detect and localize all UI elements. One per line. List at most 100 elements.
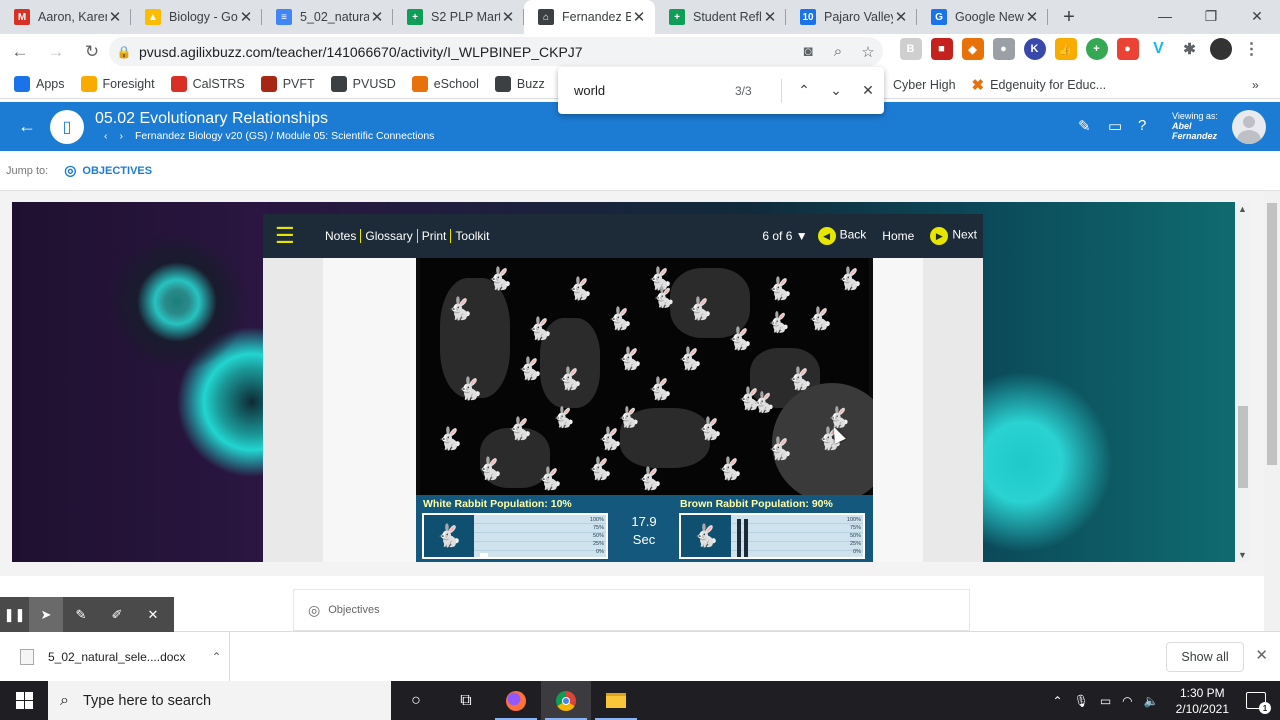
prev-chevron-icon[interactable]: ‹ [104,130,108,142]
microphone-icon[interactable]: 🎙 [1074,694,1089,708]
volume-icon[interactable]: 🔈 [1144,694,1159,708]
new-tab-icon[interactable]: + [1054,0,1084,34]
back-button[interactable]: ◀ Back [817,227,866,245]
bookmark-calstrs[interactable]: CalSTRS [170,76,245,92]
back-arrow-icon[interactable]: ← [4,36,36,68]
tab-close-icon[interactable]: ✕ [369,8,385,26]
avatar[interactable] [1232,110,1266,144]
extension-k-icon[interactable]: K [1023,38,1046,60]
find-input[interactable]: world [558,83,735,98]
cortana-icon[interactable]: ○ [391,681,441,720]
find-next-icon[interactable]: ⌄ [820,82,852,99]
next-chevron-icon[interactable]: › [120,130,124,142]
tab-6[interactable]: + Student Refl ✕ [655,0,786,34]
clock[interactable]: 1:30 PM 2/10/2021 [1176,685,1229,717]
find-close-icon[interactable]: ✕ [852,82,884,99]
address-bar[interactable]: 🔒 pvusd.agilixbuzz.com/teacher/141066670… [109,37,883,66]
extension-b-icon[interactable]: B [899,38,922,60]
extension-orange-icon[interactable]: ◆ [961,38,984,60]
bookmark-apps[interactable]: Apps [14,76,65,92]
taskbar-search[interactable]: ⌕ Type here to search [48,681,391,720]
menu-hamburger-icon[interactable]: ☰ [275,223,321,249]
tab-3[interactable]: ≡ 5_02_natural ✕ [262,0,393,34]
next-button[interactable]: ▶ Next [930,227,977,245]
tab-8[interactable]: G Google New ✕ [917,0,1048,34]
windows-start-icon[interactable] [0,681,48,720]
frame-scrollbar[interactable]: ▲ ▼ [1235,202,1251,562]
pointer-icon[interactable]: ➤ [29,597,63,632]
forward-arrow-icon[interactable]: → [40,36,72,68]
tab-4[interactable]: + S2 PLP Mart ✕ [393,0,524,34]
highlighter-icon[interactable]: ✐ [99,597,135,632]
pause-icon[interactable]: ❚❚ [0,597,29,632]
objectives-link[interactable]: ◎ OBJECTIVES [64,162,152,179]
tray-chevron-icon[interactable]: ⌃ [1053,694,1063,708]
extension-thumb-icon[interactable]: 👍 [1054,38,1077,60]
tab-close-icon[interactable]: ✕ [238,8,254,26]
print-link[interactable]: Print [418,229,452,243]
vimeo-icon[interactable]: V [1147,38,1170,60]
chrome-icon[interactable] [541,681,591,720]
tab-close-icon[interactable]: ✕ [107,8,123,26]
url-text[interactable]: pvusd.agilixbuzz.com/teacher/141066670/a… [139,44,793,60]
profile-icon[interactable] [1209,38,1232,60]
restore-button[interactable]: ❐ [1188,0,1234,32]
close-window-button[interactable]: ✕ [1234,0,1280,32]
extension-plus-icon[interactable]: + [1085,38,1108,60]
rabbit-simulation[interactable]: 🐇 🐇 🐇 🐇 🐇 🐇 🐇 🐇 🐇 🐇 🐇 🐇 🐇 🐇 🐇 🐇 🐇 🐇 🐇 🐇 🐇 🐇 🐇 🐇 🐇 🐇 🐇 🐇 🐇 🐇 🐇 🐇 🐇 🐇 🐇 🐇 Whi… [416,258,873,562]
page-scrollbar[interactable] [1264,191,1280,631]
minimize-button[interactable]: — [1142,0,1188,32]
task-view-icon[interactable]: ⧉ [441,681,491,720]
tab-close-icon[interactable]: ✕ [500,8,516,26]
battery-icon[interactable]: ▭ [1100,694,1111,708]
file-explorer-icon[interactable] [591,681,641,720]
help-icon[interactable]: ? [1138,117,1146,134]
bookmark-pvft[interactable]: PVFT [260,76,315,92]
tab-close-icon[interactable]: ✕ [893,8,909,26]
home-button[interactable]: Home [876,229,920,243]
tab-5[interactable]: ⌂ Fernandez B ✕ [524,0,655,34]
bookmark-buzz[interactable]: Buzz [494,76,545,92]
find-icon[interactable]: ◙ [793,43,823,60]
extension-gray-icon[interactable]: ● [992,38,1015,60]
page-scroll-thumb[interactable] [1267,203,1277,465]
puzzle-icon[interactable]: ✱ [1178,38,1201,60]
bookmark-edgenuity[interactable]: ✖ Edgenuity for Educ... [972,76,1107,94]
bookmark-cyber-high[interactable]: Cyber High [884,78,956,92]
note-icon[interactable]: ▭ [1108,117,1122,135]
firefox-icon[interactable] [491,681,541,720]
notes-link[interactable]: Notes [321,229,362,243]
menu-dots-icon[interactable]: ⋮ [1240,38,1263,60]
wifi-icon[interactable]: ◠ [1122,694,1132,708]
glossary-link[interactable]: Glossary [361,229,418,243]
tab-close-icon[interactable]: ✕ [762,8,778,26]
scroll-up-icon[interactable]: ▲ [1238,204,1247,214]
tab-2[interactable]: ▲ Biology - Go ✕ [131,0,262,34]
page-selector[interactable]: 6 of 6 ▼ [762,229,807,243]
frame-scroll-thumb[interactable] [1238,406,1248,488]
tab-close-icon[interactable]: ✕ [631,8,647,26]
breadcrumb-text[interactable]: Fernandez Biology v20 (GS) / Module 05: … [135,130,434,142]
more-bookmarks-icon[interactable]: » [1252,78,1259,92]
zoom-icon[interactable]: ⌕ [823,43,853,60]
bookmark-foresight[interactable]: Foresight [80,76,155,92]
edit-document-icon[interactable]: ✎ [1078,117,1091,135]
chevron-up-icon[interactable]: ⌃ [211,650,221,664]
notification-icon[interactable]: 1 [1246,692,1271,714]
close-tools-icon[interactable]: ✕ [135,597,171,632]
reload-icon[interactable]: ↻ [76,36,108,68]
tab-7[interactable]: 10 Pajaro Valley ✕ [786,0,917,34]
download-item[interactable]: 5_02_natural_sele....docx ⌃ [0,631,230,682]
objectives-card[interactable]: ◎ Objectives [293,589,970,631]
tab-close-icon[interactable]: ✕ [1024,8,1040,26]
tab-1[interactable]: M Aaron, Karen ✕ [0,0,131,34]
find-previous-icon[interactable]: ⌃ [788,82,820,99]
extension-pill-icon[interactable]: ● [1116,38,1139,60]
scroll-down-icon[interactable]: ▼ [1238,550,1247,560]
bookmark-pvusd[interactable]: PVUSD [330,76,396,92]
header-back-icon[interactable]: ← [18,116,36,137]
star-icon[interactable]: ☆ [853,43,883,61]
show-all-button[interactable]: Show all [1166,642,1244,672]
toolkit-link[interactable]: Toolkit [451,229,493,243]
bookmark-eschool[interactable]: eSchool [411,76,479,92]
